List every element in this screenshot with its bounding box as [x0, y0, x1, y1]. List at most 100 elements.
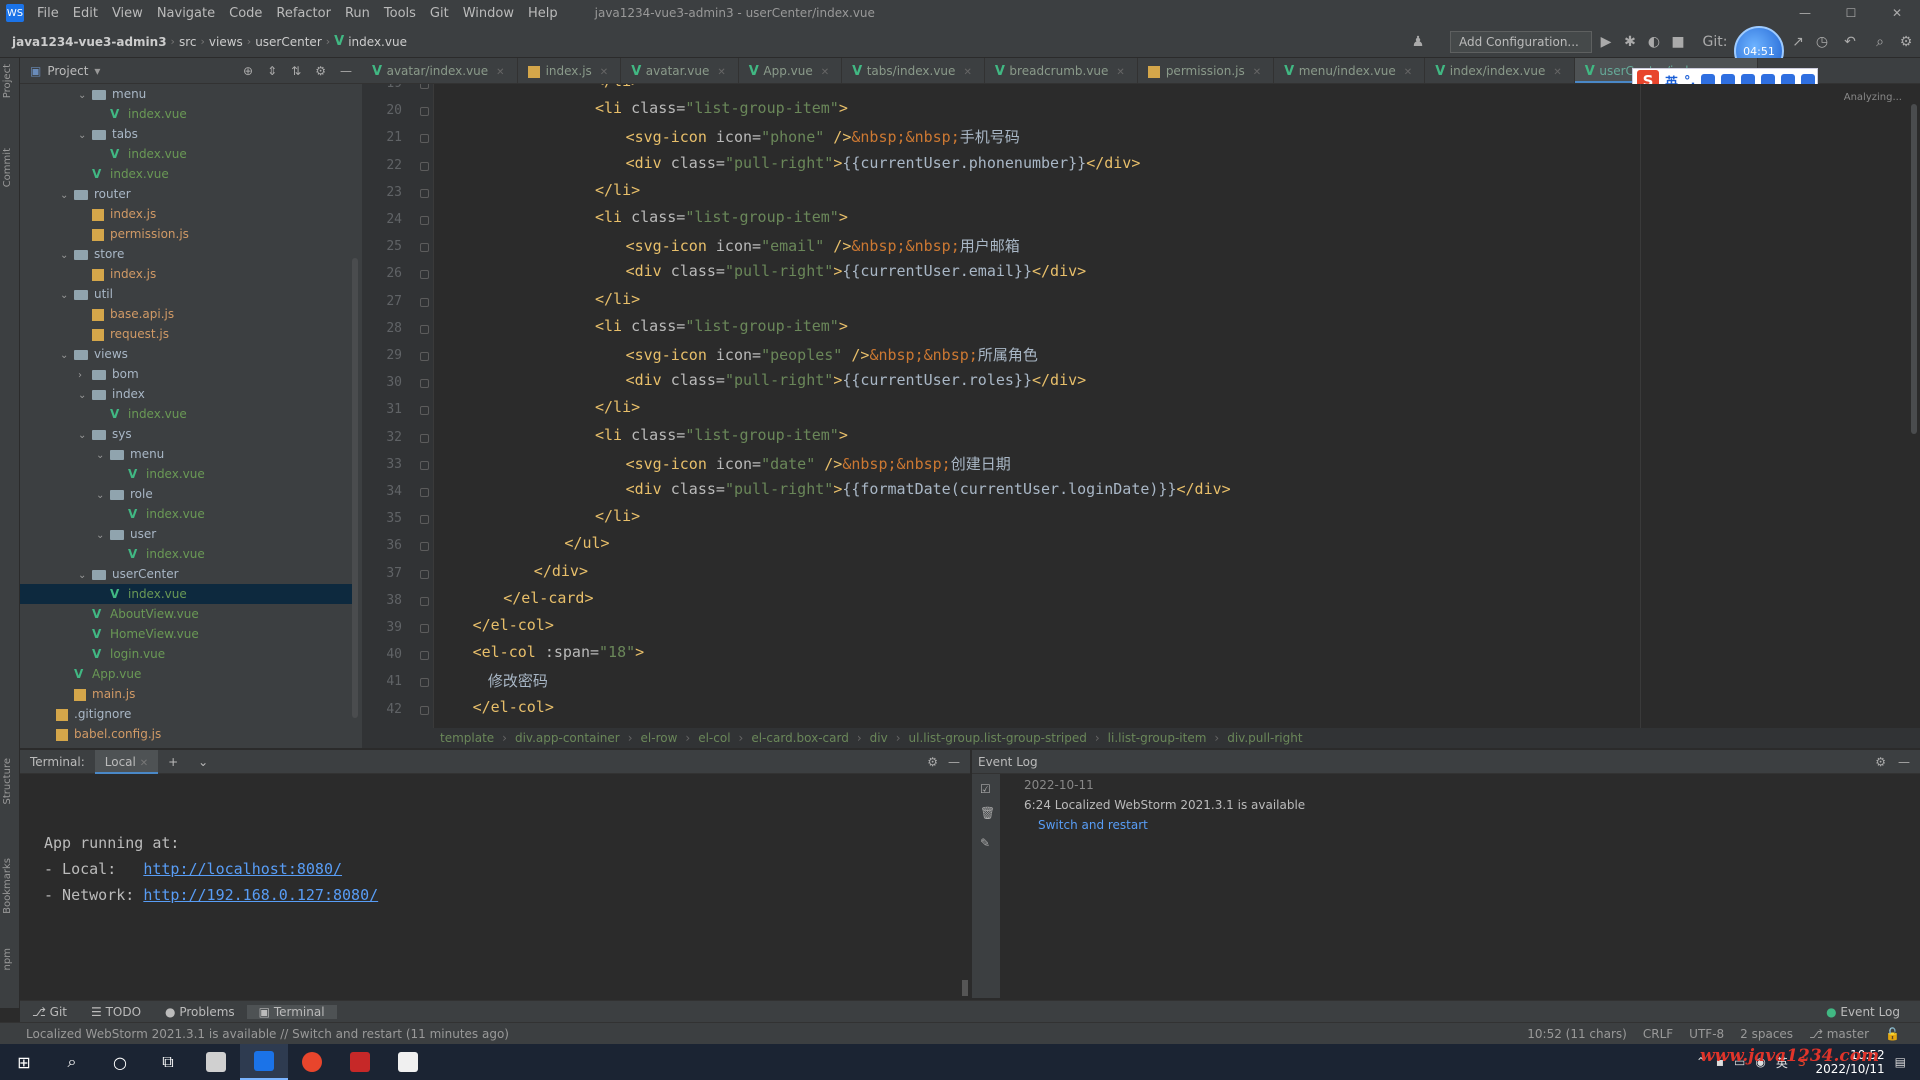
chevron-down-icon[interactable]: ⌄	[96, 526, 110, 546]
nav-crumb-views[interactable]: views	[205, 35, 247, 49]
menu-item-edit[interactable]: Edit	[66, 6, 105, 21]
close-tab-icon[interactable]: ✕	[717, 67, 725, 78]
code-line[interactable]: </div>	[534, 562, 588, 580]
nav-crumb-src[interactable]: src	[175, 35, 201, 49]
code-breadcrumb-item[interactable]: div.pull-right	[1227, 731, 1302, 745]
tree-folder[interactable]: ⌄ store	[20, 244, 352, 264]
caret-position[interactable]: 10:52 (11 chars)	[1527, 1027, 1627, 1041]
code-breadcrumb-item[interactable]: div.app-container	[515, 731, 620, 745]
editor-tab[interactable]: V menu/index.vue ✕	[1274, 58, 1426, 83]
tree-file[interactable]: Vindex.vue	[20, 464, 352, 484]
scroll-thumb[interactable]	[1911, 104, 1917, 434]
menu-item-git[interactable]: Git	[423, 6, 456, 21]
debug-icon[interactable]: ✱	[1620, 32, 1640, 52]
menu-item-tools[interactable]: Tools	[377, 6, 423, 21]
code-line[interactable]: <li class="list-group-item">	[595, 99, 848, 117]
nav-crumb-usercenter[interactable]: userCenter	[251, 35, 326, 49]
terminal-tool-button[interactable]: ▣ Terminal	[246, 1004, 337, 1019]
code-line[interactable]: </el-col>	[473, 698, 554, 716]
todo-tool-button[interactable]: ☰ TODO	[79, 1005, 153, 1019]
code-line[interactable]: <div class="pull-right">{{currentUser.em…	[626, 262, 1087, 280]
run-icon[interactable]: ▶	[1596, 32, 1616, 52]
commit-tool-tab[interactable]: Commit	[2, 148, 13, 187]
code-editor[interactable]: 19 20 21 22 23 24 25 26 27 28 29 30 31 32 33 34 35 36 37 38…	[362, 84, 1920, 730]
tree-file[interactable]: Vindex.vue	[20, 164, 352, 184]
locate-icon[interactable]: ⊕	[243, 64, 253, 78]
chevron-down-icon[interactable]: ▾	[94, 64, 100, 78]
stop-icon[interactable]: ■	[1668, 32, 1688, 52]
file-encoding[interactable]: UTF-8	[1689, 1027, 1724, 1041]
windows-start-icon[interactable]: ⊞	[0, 1044, 48, 1080]
tree-file[interactable]: Vindex.vue	[20, 104, 352, 124]
gear-icon[interactable]: ⚙	[1875, 755, 1886, 769]
editor-tab[interactable]: permission.js ✕	[1138, 58, 1275, 83]
settings-icon[interactable]: ⚙	[1896, 32, 1916, 52]
nav-crumb-project[interactable]: java1234-vue3-admin3	[8, 35, 171, 49]
menu-item-window[interactable]: Window	[456, 6, 521, 21]
chrome-taskbar-icon[interactable]	[288, 1044, 336, 1080]
fold-marker-icon[interactable]	[420, 651, 429, 661]
cortana-icon[interactable]: ○	[96, 1044, 144, 1080]
code-breadcrumb-item[interactable]: el-col	[698, 731, 730, 745]
menu-item-view[interactable]: View	[105, 6, 150, 21]
tree-folder[interactable]: ⌄ menu	[20, 84, 352, 104]
fold-marker-icon[interactable]	[420, 270, 429, 280]
tree-file[interactable]: index.js	[20, 264, 352, 284]
code-line[interactable]: <li class="list-group-item">	[595, 208, 848, 226]
tree-folder[interactable]: ⌄ router	[20, 184, 352, 204]
editor-tab[interactable]: V tabs/index.vue ✕	[842, 58, 985, 83]
code-line[interactable]: </el-col>	[473, 616, 554, 634]
tree-folder[interactable]: ⌄ views	[20, 344, 352, 364]
tree-file[interactable]: base.api.js	[20, 304, 352, 324]
terminal-scrollbar[interactable]	[962, 980, 968, 996]
hide-icon[interactable]: —	[1898, 755, 1910, 769]
close-tab-icon[interactable]: ✕	[963, 67, 971, 78]
fold-marker-icon[interactable]	[420, 161, 429, 171]
code-breadcrumb-item[interactable]: li.list-group-item	[1108, 731, 1207, 745]
nav-crumb-file[interactable]: index.vue	[344, 35, 411, 49]
fold-marker-icon[interactable]	[420, 188, 429, 198]
code-line[interactable]: <svg-icon icon="peoples" />&nbsp;&nbsp;所…	[626, 344, 1038, 365]
fold-marker-icon[interactable]	[420, 705, 429, 715]
close-tab-icon[interactable]: ✕	[600, 67, 608, 78]
code-line[interactable]: <svg-icon icon="email" />&nbsp;&nbsp;用户邮…	[626, 235, 1020, 256]
project-panel-title[interactable]: Project	[47, 64, 88, 78]
line-separator[interactable]: CRLF	[1643, 1027, 1673, 1041]
fold-marker-icon[interactable]	[420, 569, 429, 579]
code-line[interactable]: <el-col :span="18">	[473, 643, 645, 661]
fold-marker-icon[interactable]	[420, 84, 429, 89]
tree-file[interactable]: V HomeView.vue	[20, 624, 352, 644]
editor-tab[interactable]: V breadcrumb.vue ✕	[985, 58, 1138, 83]
editor-tab[interactable]: index.js ✕	[518, 58, 622, 83]
fold-marker-icon[interactable]	[420, 352, 429, 361]
user-icon[interactable]: ♟	[1408, 32, 1428, 52]
run-configuration-select[interactable]: Add Configuration...	[1450, 31, 1592, 53]
hide-icon[interactable]: —	[948, 755, 960, 769]
editor-tab[interactable]: V index/index.vue ✕	[1425, 58, 1575, 83]
history-icon[interactable]: ◷	[1812, 32, 1832, 52]
coverage-icon[interactable]: ◐	[1644, 32, 1664, 52]
maximize-icon[interactable]: ☐	[1828, 0, 1874, 26]
mark-read-icon[interactable]: ☑	[980, 782, 991, 796]
tree-file[interactable]: Vindex.vue	[20, 584, 352, 604]
close-tab-icon[interactable]: ✕	[1553, 67, 1561, 78]
git-push-icon[interactable]: ↗	[1788, 32, 1808, 52]
close-tab-icon[interactable]: ✕	[1116, 67, 1124, 78]
code-line[interactable]: </el-card>	[503, 589, 593, 607]
tree-folder[interactable]: › bom	[20, 364, 352, 384]
chevron-down-icon[interactable]: ⌄	[78, 126, 92, 146]
tree-file[interactable]: main.js	[20, 684, 352, 704]
chevron-down-icon[interactable]: ⌄	[96, 486, 110, 506]
menu-item-file[interactable]: File	[30, 6, 66, 21]
tree-scrollbar[interactable]	[352, 258, 358, 718]
code-line[interactable]: <svg-icon icon="date" />&nbsp;&nbsp;创建日期	[626, 453, 1011, 474]
code-breadcrumb-item[interactable]: el-row	[641, 731, 678, 745]
fold-marker-icon[interactable]	[420, 624, 429, 633]
search-icon[interactable]: ⌕	[48, 1044, 96, 1080]
close-tab-icon[interactable]: ✕	[140, 758, 148, 769]
undo-icon[interactable]: ↶	[1840, 32, 1860, 52]
app-icon[interactable]	[192, 1044, 240, 1080]
tree-file[interactable]: Vindex.vue	[20, 144, 352, 164]
fold-marker-icon[interactable]	[420, 297, 429, 307]
git-tool-button[interactable]: ⎇ Git	[20, 1005, 79, 1019]
